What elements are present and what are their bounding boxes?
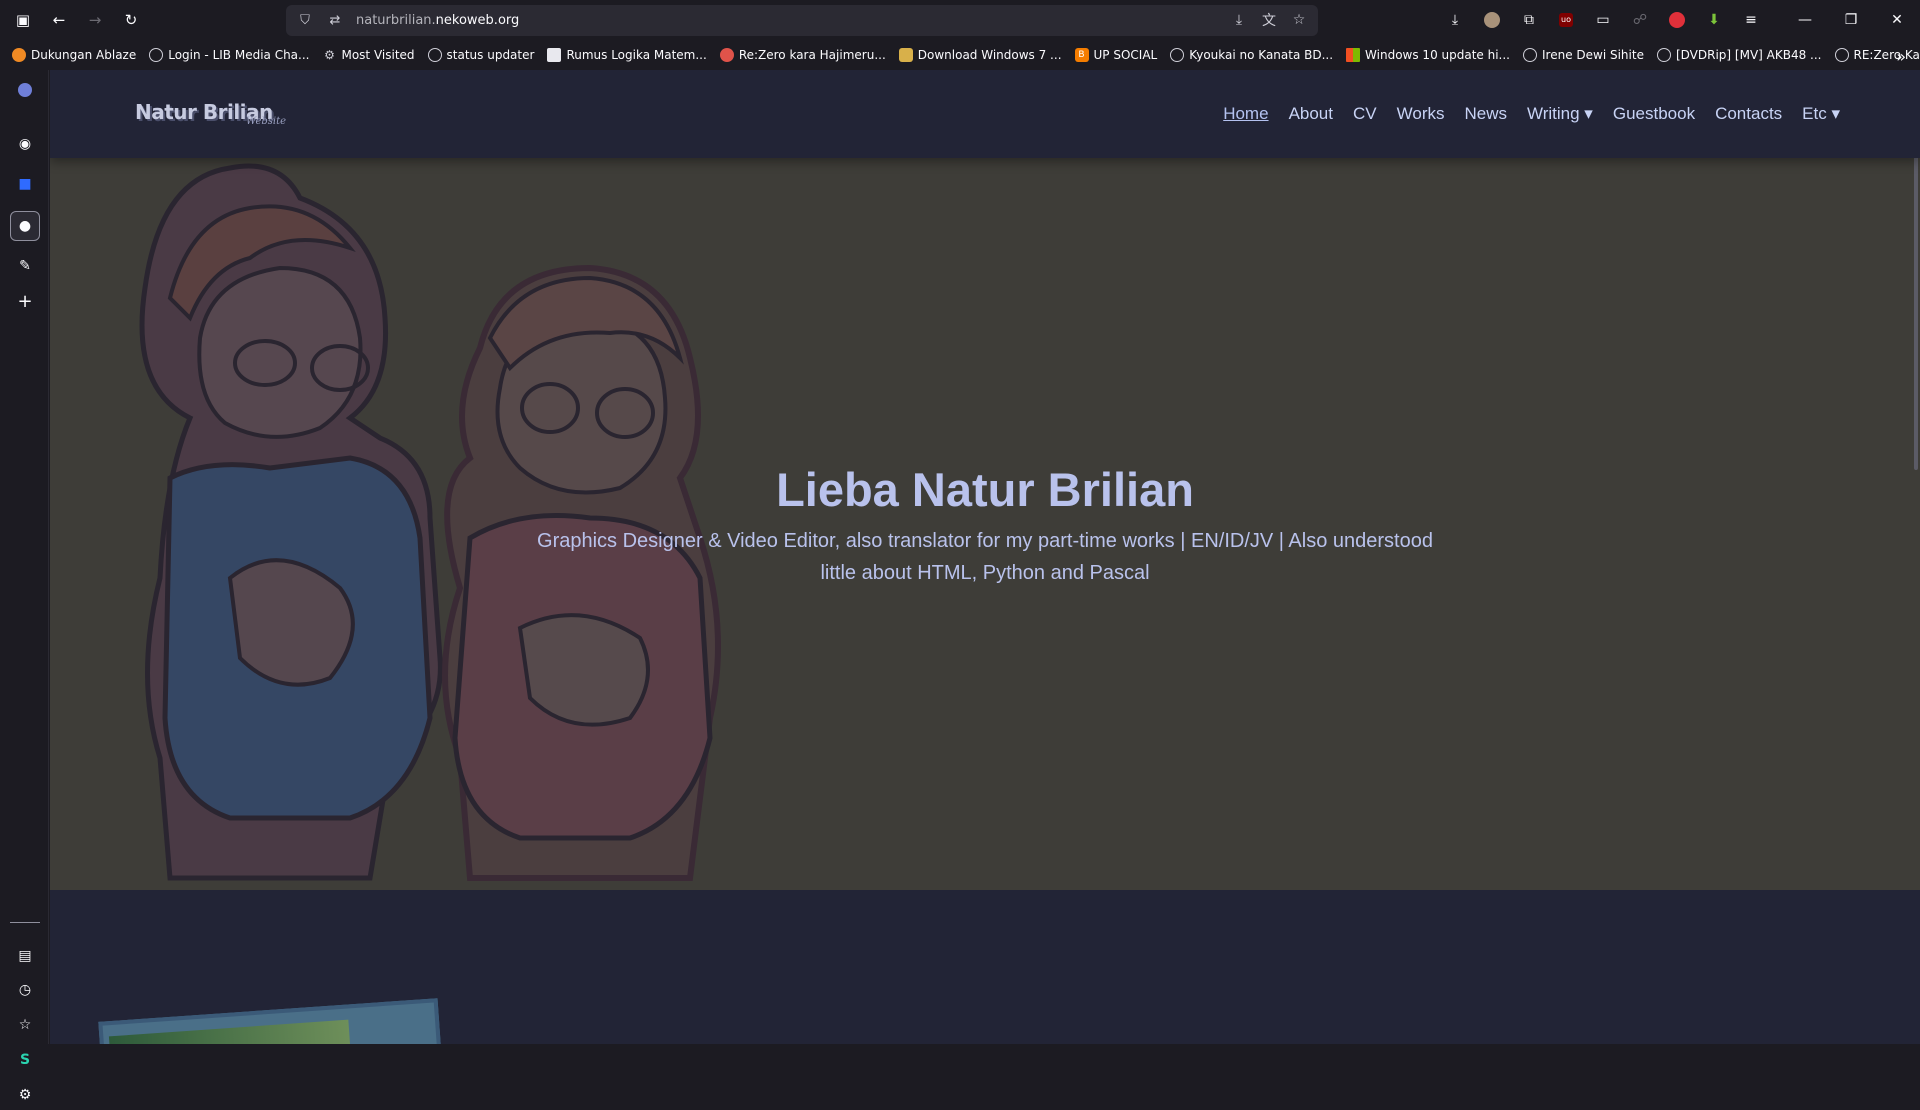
sidebar-toggle-icon[interactable]: ▣ [8,5,38,35]
bookmark-item[interactable]: ⚙Most Visited [322,48,414,62]
sidebar-divider [10,922,40,923]
sidebar-bookmarks-icon[interactable]: ☆ [10,1010,40,1040]
bookmark-item[interactable]: Windows 10 update hi... [1346,48,1510,62]
globe-icon [1170,48,1184,62]
sidebar-ai-icon[interactable] [10,75,40,105]
nav-guestbook[interactable]: Guestbook [1613,104,1695,124]
page-icon [547,48,561,62]
hero-section: Lieba Natur Brilian Graphics Designer & … [50,158,1920,890]
bookmark-item[interactable]: Re:Zero kara Hajimeru... [720,48,886,62]
shield-icon[interactable]: ⛉ [294,13,316,28]
bookmark-item[interactable]: Login - LIB Media Cha... [149,48,309,62]
shield-icon [899,48,913,62]
back-icon[interactable]: ← [44,5,74,35]
menu-icon[interactable]: ≡ [1736,5,1766,35]
restore-icon[interactable]: ❐ [1828,0,1874,40]
forward-icon[interactable]: → [80,5,110,35]
hero-title: Lieba Natur Brilian [50,462,1920,517]
globe-icon [1657,48,1671,62]
web-page: Natur Brilian Website Home About CV Work… [50,70,1920,1044]
red-extension-icon[interactable] [1662,5,1692,35]
bookmark-star-icon[interactable]: ☆ [1288,9,1310,31]
page-scrollbar[interactable] [1914,152,1918,470]
flame-icon [12,48,26,62]
nav-writing-dropdown[interactable]: Writing ▾ [1527,104,1593,124]
window-controls: — ❐ ✕ [1782,0,1920,40]
sidebar-panel-active-icon[interactable]: ● [10,211,40,241]
bookmark-item[interactable]: status updater [428,48,535,62]
reload-icon[interactable]: ↻ [116,5,146,35]
bookmark-item[interactable]: Kyoukai no Kanata BD... [1170,48,1333,62]
sidebar-s-extension-icon[interactable]: S [10,1045,40,1075]
translate-icon[interactable]: 文 [1258,9,1280,31]
download-helper-icon[interactable]: ⬇ [1699,5,1729,35]
account-avatar-icon[interactable] [1477,5,1507,35]
nav-cv[interactable]: CV [1353,104,1377,124]
minimize-icon[interactable]: — [1782,0,1828,40]
illustration-character-left [142,166,440,878]
hero-subtitle: Graphics Designer & Video Editor, also t… [535,525,1435,589]
site-menu: Home About CV Works News Writing ▾ Guest… [1223,104,1840,124]
sidebar-settings-icon[interactable]: ⚙ [10,1080,40,1110]
ublock-icon[interactable]: uo [1551,5,1581,35]
bookmark-item[interactable]: RE:Zero Kara Hajimeru... [1835,48,1920,62]
downloads-icon[interactable]: ⤓ [1440,5,1470,35]
sidebar-panel-tool-icon[interactable]: ✎ [10,251,40,281]
browser-toolbar: ▣ ← → ↻ ⛉ ⇄ naturbrilian.nekoweb.org ⤓ 文… [0,0,1920,40]
toolbar-extensions: ⤓ ⧉ uo ▭ ☍ ⬇ ≡ [1440,5,1766,35]
bookmark-item[interactable]: Irene Dewi Sihite [1523,48,1644,62]
site-header: Natur Brilian Website Home About CV Work… [50,70,1920,158]
nav-etc-dropdown[interactable]: Etc ▾ [1802,104,1840,124]
install-app-icon[interactable]: ⤓ [1228,9,1250,31]
nav-contacts[interactable]: Contacts [1715,104,1782,124]
nav-home[interactable]: Home [1223,104,1268,124]
globe-icon [1523,48,1537,62]
browser-sidebar: ◉ ■ ● ✎ + ▤ ◷ ☆ S ⚙ [0,70,49,1044]
permissions-icon[interactable]: ⇄ [324,13,346,28]
rezero-icon [720,48,734,62]
globe-icon [149,48,163,62]
blogger-icon: B [1075,48,1089,62]
bookmark-item[interactable]: Rumus Logika Matem... [547,48,706,62]
sidebar-synced-tabs-icon[interactable]: ▤ [10,941,40,971]
bookmark-item[interactable]: [DVDRip] [MV] AKB48 ... [1657,48,1822,62]
nav-works[interactable]: Works [1397,104,1445,124]
site-logo-sub: Website [246,116,286,127]
globe-icon [1835,48,1849,62]
bookmark-item[interactable]: BUP SOCIAL [1075,48,1158,62]
globe-icon [428,48,442,62]
bookmarks-bar: Dukungan Ablaze Login - LIB Media Cha...… [0,40,1920,70]
sidebar-history-icon[interactable]: ◷ [10,975,40,1005]
user-agent-icon[interactable]: ☍ [1625,5,1655,35]
reader-view-icon[interactable]: ▭ [1588,5,1618,35]
nav-about[interactable]: About [1289,104,1333,124]
url-text[interactable]: naturbrilian.nekoweb.org [356,13,519,28]
bookmark-item[interactable]: Dukungan Ablaze [12,48,136,62]
hero-illustration [50,158,1920,890]
sidebar-panel-eye-icon[interactable]: ◉ [10,129,40,159]
bookmarks-overflow-icon[interactable]: » [1896,47,1906,66]
url-bar[interactable]: ⛉ ⇄ naturbrilian.nekoweb.org ⤓ 文 ☆ [286,5,1318,36]
nav-news[interactable]: News [1464,104,1507,124]
sidebar-panel-chat-icon[interactable]: ■ [10,169,40,199]
extensions-icon[interactable]: ⧉ [1514,5,1544,35]
gear-icon: ⚙ [322,48,336,62]
close-icon[interactable]: ✕ [1874,0,1920,40]
windows-icon [1346,48,1360,62]
bookmark-item[interactable]: Download Windows 7 ... [899,48,1062,62]
sidebar-add-icon[interactable]: + [10,286,40,316]
